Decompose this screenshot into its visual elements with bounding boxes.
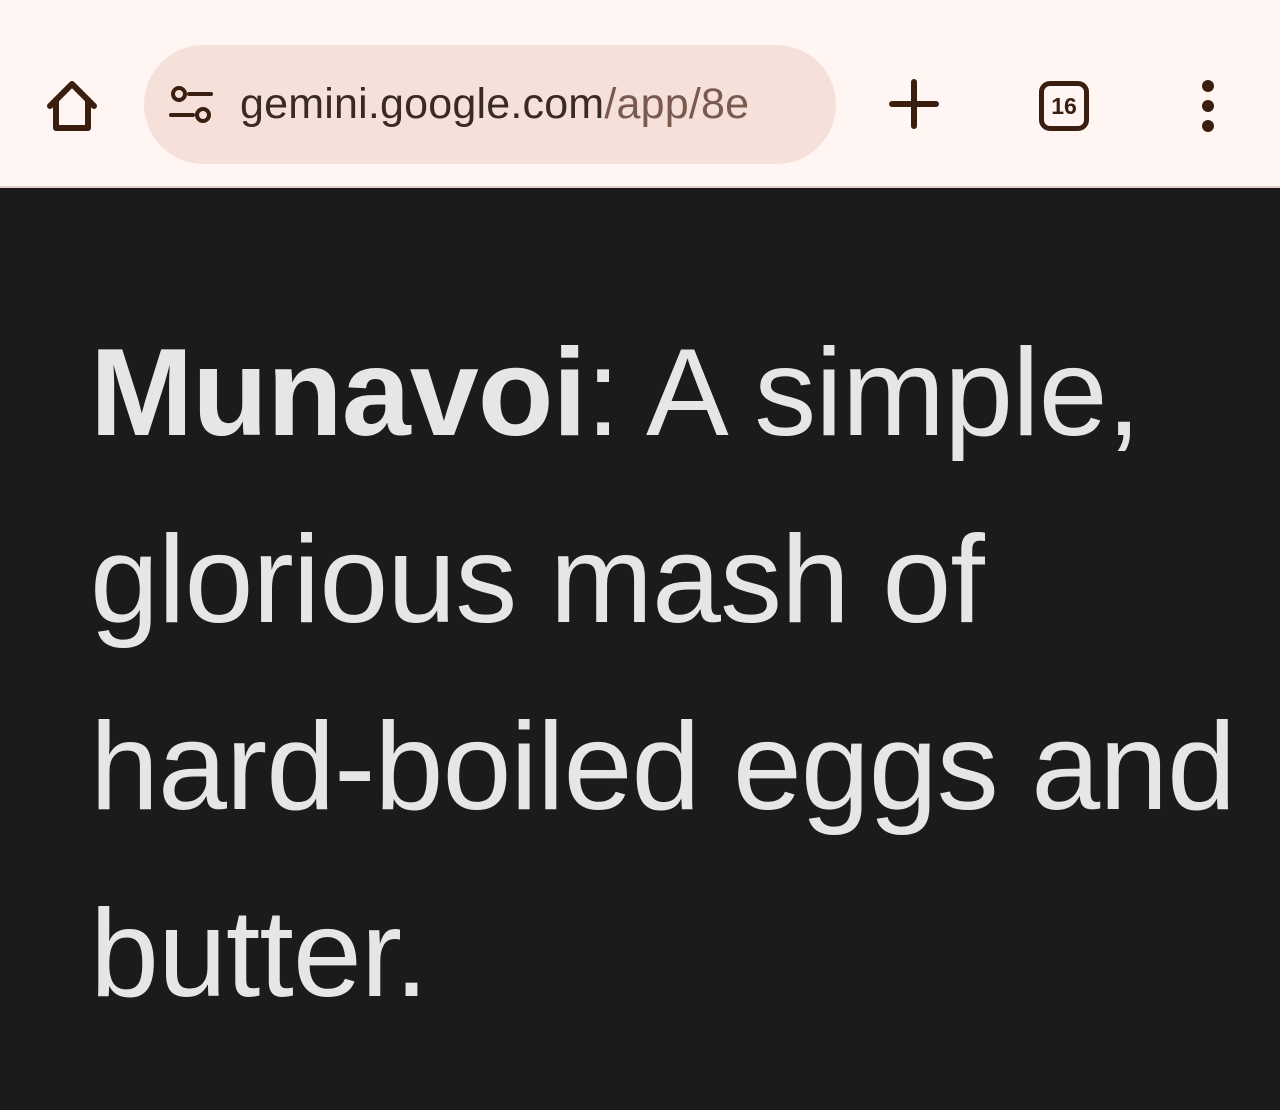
definition-term: Munavoi xyxy=(90,324,587,462)
site-info-button[interactable] xyxy=(166,80,216,130)
definition-text: Munavoi: A simple, glorious mash of hard… xyxy=(90,300,1260,1048)
definition-separator: : xyxy=(585,324,620,462)
browser-toolbar: gemini.google.com/app/8e 16 xyxy=(0,0,1280,188)
url-domain: gemini.google.com xyxy=(240,80,605,128)
url-text[interactable]: gemini.google.com/app/8e xyxy=(240,80,749,129)
site-settings-icon xyxy=(169,85,213,123)
address-bar[interactable]: gemini.google.com/app/8e xyxy=(144,45,836,164)
new-tab-button[interactable] xyxy=(878,68,950,140)
plus-icon xyxy=(889,79,939,129)
home-icon xyxy=(47,81,97,131)
menu-button[interactable] xyxy=(1178,68,1238,144)
url-path: /app/8e xyxy=(604,80,750,128)
tab-switcher-icon: 16 xyxy=(1039,81,1089,131)
home-button[interactable] xyxy=(36,70,108,142)
tab-switcher-button[interactable]: 16 xyxy=(1026,68,1102,144)
more-vert-icon xyxy=(1202,80,1214,132)
tab-count-label: 16 xyxy=(1051,92,1077,119)
